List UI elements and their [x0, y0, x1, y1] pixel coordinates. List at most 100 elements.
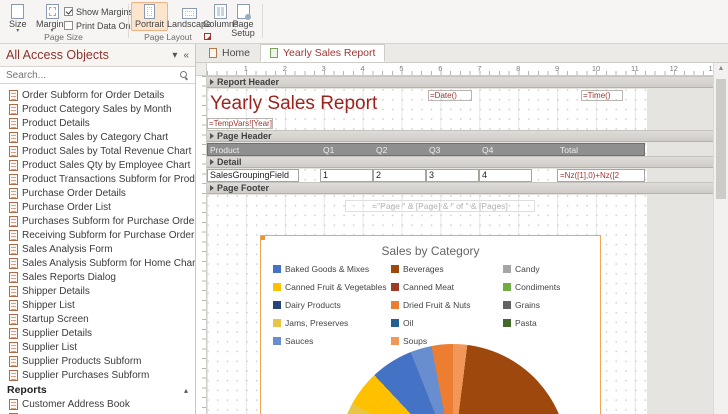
- chart-title: Sales by Category: [381, 244, 480, 258]
- nav-item[interactable]: Product Transactions Subform for Product…: [0, 172, 195, 186]
- time-textbox[interactable]: =Time(): [581, 90, 623, 101]
- nav-section-reports[interactable]: Reports ▴: [0, 383, 195, 397]
- legend-label: Soups: [403, 336, 428, 346]
- nav-item[interactable]: Purchase Order List: [0, 200, 195, 214]
- document-tab-bar: Home Yearly Sales Report: [196, 44, 728, 63]
- vertical-scrollbar[interactable]: ▲: [713, 63, 728, 414]
- legend-swatch-icon: [273, 283, 281, 291]
- page-setup-button[interactable]: Page Setup: [228, 2, 258, 41]
- nav-item[interactable]: Sales Analysis Form: [0, 242, 195, 256]
- nav-item-label: Product Category Sales by Month: [22, 103, 172, 115]
- report-header-section[interactable]: Yearly Sales Report =Date() =Time() =Tem…: [207, 89, 647, 130]
- checkbox-checked-icon[interactable]: [64, 7, 73, 16]
- column-header-label[interactable]: Q3: [429, 145, 440, 155]
- legend-item: Dried Fruit & Nuts: [391, 300, 503, 310]
- ruler-number: 4: [360, 64, 365, 73]
- nav-item[interactable]: Product Sales Qty by Employee Chart: [0, 158, 195, 172]
- column-header-label[interactable]: Total: [560, 145, 578, 155]
- checkbox-unchecked-icon[interactable]: [64, 21, 73, 30]
- nav-item[interactable]: Shipper List: [0, 298, 195, 312]
- vertical-ruler[interactable]: [196, 76, 207, 414]
- nav-pane-title: All Access Objects: [6, 48, 109, 62]
- nav-item-label: Order Subform for Order Details: [22, 89, 165, 101]
- tempvars-textbox[interactable]: =TempVars![Year]: [207, 118, 273, 129]
- nav-item[interactable]: Order Subform for Order Details: [0, 88, 195, 102]
- detail-textbox[interactable]: 4: [479, 169, 532, 182]
- form-icon: [9, 243, 18, 255]
- ruler-number: 3: [321, 64, 326, 73]
- nav-item[interactable]: Purchases Subform for Purchase Order Det…: [0, 214, 195, 228]
- search-input[interactable]: [6, 69, 179, 81]
- nav-item-label: Startup Screen: [22, 313, 89, 325]
- nav-item[interactable]: Product Sales by Category Chart: [0, 130, 195, 144]
- nav-item[interactable]: Customer Address Book: [0, 397, 195, 411]
- nav-item[interactable]: Product Sales by Total Revenue Chart: [0, 144, 195, 158]
- nav-item[interactable]: Sales Reports Dialog: [0, 270, 195, 284]
- nav-pane-header[interactable]: All Access Objects ▾ «: [0, 44, 195, 66]
- form-icon: [9, 173, 18, 185]
- selection-handle[interactable]: [261, 236, 265, 240]
- nav-item[interactable]: Product Details: [0, 116, 195, 130]
- column-header-label[interactable]: Q1: [323, 145, 334, 155]
- legend-label: Canned Meat: [403, 282, 455, 292]
- design-canvas[interactable]: Report Header Yearly Sales Report =Date(…: [207, 76, 713, 414]
- horizontal-ruler[interactable]: 12345678910111213: [207, 63, 717, 75]
- nav-item[interactable]: Receiving Subform for Purchase Order Det…: [0, 228, 195, 242]
- form-icon: [9, 229, 18, 241]
- scrollbar-thumb[interactable]: [716, 79, 726, 199]
- form-icon: [9, 355, 18, 367]
- nav-item[interactable]: Purchase Order Details: [0, 186, 195, 200]
- nav-item[interactable]: Shipper Details: [0, 284, 195, 298]
- search-icon[interactable]: [179, 70, 189, 80]
- page-size-group-label: Page Size: [44, 32, 83, 42]
- detail-textbox[interactable]: 3: [426, 169, 479, 182]
- show-margins-checkbox[interactable]: Show Margins: [64, 5, 137, 18]
- section-icon: [210, 133, 214, 139]
- form-icon: [9, 117, 18, 129]
- detail-section[interactable]: SalesGroupingField 1 2 3 4 =Nz([1],0)+Nz([2: [207, 169, 647, 182]
- nav-item[interactable]: Startup Screen: [0, 312, 195, 326]
- nav-item[interactable]: Supplier Details: [0, 326, 195, 340]
- nav-menu-icon[interactable]: ▾: [172, 50, 177, 61]
- detail-textbox[interactable]: =Nz([1],0)+Nz([2: [557, 169, 645, 182]
- portrait-button-label: Portrait: [135, 19, 165, 29]
- detail-textbox[interactable]: 2: [373, 169, 426, 182]
- page-size-options: Show Margins Print Data Only: [64, 5, 137, 33]
- column-header-label[interactable]: Q2: [376, 145, 387, 155]
- legend-label: Oil: [403, 318, 414, 328]
- report-header-bar[interactable]: Report Header: [207, 76, 713, 88]
- section-icon: [210, 79, 214, 85]
- nav-item[interactable]: Supplier Products Subform: [0, 354, 195, 368]
- sales-by-category-chart[interactable]: Sales by Category Baked Goods & Mixes Bev…: [260, 235, 601, 414]
- legend-item: Baked Goods & Mixes: [273, 264, 391, 274]
- print-data-only-checkbox[interactable]: Print Data Only: [64, 19, 137, 32]
- chevron-up-icon[interactable]: ▴: [184, 386, 188, 395]
- column-header-band[interactable]: Product Q1 Q2 Q3 Q4 Total: [207, 143, 645, 156]
- date-textbox[interactable]: =Date(): [428, 90, 472, 101]
- page-header-section[interactable]: Product Q1 Q2 Q3 Q4 Total: [207, 143, 647, 156]
- form-icon: [9, 313, 18, 325]
- scroll-up-icon[interactable]: ▲: [714, 65, 728, 72]
- page-footer-bar[interactable]: Page Footer: [207, 182, 713, 194]
- detail-bar[interactable]: Detail: [207, 156, 713, 168]
- detail-textbox[interactable]: SalesGroupingField: [207, 169, 299, 182]
- nav-item[interactable]: Product Category Sales by Month: [0, 102, 195, 116]
- ruler-corner[interactable]: [196, 63, 207, 75]
- nav-item-label: Shipper Details: [22, 285, 90, 297]
- nav-item[interactable]: Sales Analysis Subform for Home Chart: [0, 256, 195, 270]
- nav-item-label: Supplier Products Subform: [22, 355, 142, 367]
- page-number-textbox[interactable]: ="Page " & [Page] & " of " & [Pages]: [345, 200, 535, 212]
- page-header-bar[interactable]: Page Header: [207, 130, 713, 142]
- tab-yearly-sales-report[interactable]: Yearly Sales Report: [260, 44, 386, 62]
- page-footer-section[interactable]: ="Page " & [Page] & " of " & [Pages] Sal…: [207, 195, 647, 414]
- column-header-label[interactable]: Product: [210, 145, 239, 155]
- column-header-label[interactable]: Q4: [482, 145, 493, 155]
- nav-item[interactable]: Supplier Purchases Subform: [0, 368, 195, 382]
- dialog-launcher-icon[interactable]: [204, 33, 211, 40]
- form-icon: [9, 271, 18, 283]
- detail-textbox[interactable]: 1: [320, 169, 373, 182]
- tab-home[interactable]: Home: [199, 44, 260, 62]
- report-title-label[interactable]: Yearly Sales Report: [210, 93, 377, 115]
- nav-item[interactable]: Supplier List: [0, 340, 195, 354]
- shutter-close-icon[interactable]: «: [183, 50, 189, 61]
